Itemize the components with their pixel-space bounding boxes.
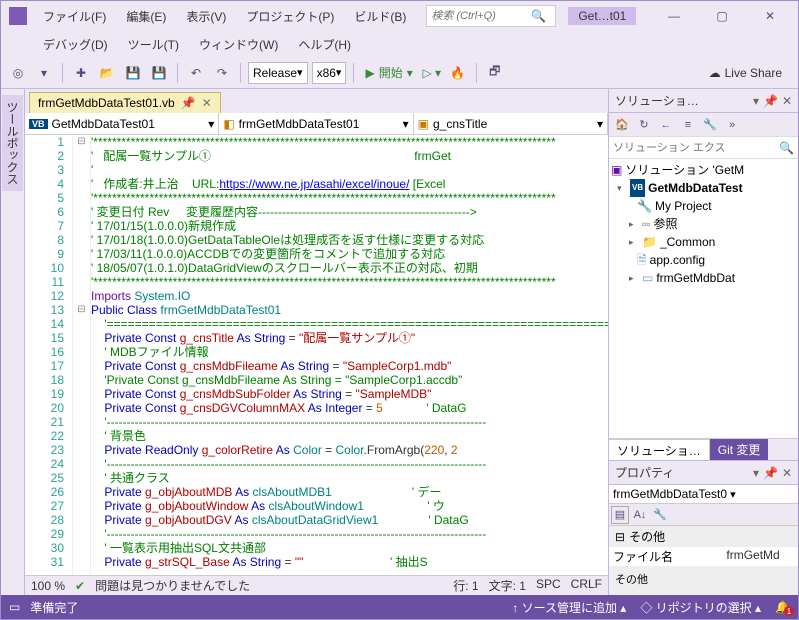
properties-header[interactable]: プロパティ ▾📌✕ (609, 461, 798, 485)
wrench-icon: 🔧 (637, 197, 652, 215)
git-changes-tab[interactable]: Git 変更 (710, 439, 769, 460)
menu-project[interactable]: プロジェクト(P) (238, 4, 342, 29)
new-item-icon[interactable]: ✚ (70, 62, 92, 84)
undo-icon[interactable]: ↶ (185, 62, 207, 84)
browser-icon[interactable]: 🗗 (484, 62, 506, 84)
issues-text[interactable]: 問題は見つかりませんでした (95, 577, 250, 594)
config-combo[interactable]: Release ▾ (248, 62, 308, 84)
property-category[interactable]: ⊟その他 (609, 526, 798, 547)
zoom-level[interactable]: 100 % (31, 579, 65, 593)
issues-ok-icon: ✔ (75, 579, 85, 593)
line-number-gutter: 1234567891011121314151617181920212223242… (25, 135, 73, 575)
line-indicator[interactable]: 行: 1 (453, 577, 478, 594)
search-input[interactable] (431, 10, 531, 22)
menu-build[interactable]: ビルド(B) (346, 4, 414, 29)
config-file-icon: 🗎 (637, 251, 647, 269)
back-icon[interactable]: ← (657, 116, 675, 134)
minimize-button[interactable]: — (654, 4, 694, 28)
toolbox-tab[interactable]: ツールボックス (1, 89, 25, 595)
tab-label: frmGetMdbDataTest01.vb (38, 96, 175, 110)
categorized-icon[interactable]: ▤ (611, 506, 629, 524)
hot-reload-icon[interactable]: 🔥 (447, 62, 469, 84)
menu-tools[interactable]: ツール(T) (120, 32, 187, 57)
wrench-icon[interactable]: 🔧 (701, 116, 719, 134)
search-box[interactable]: 🔍 (426, 5, 556, 27)
add-source-control[interactable]: ↑ ソース管理に追加 ▴ (512, 599, 626, 616)
home-icon[interactable]: 🏠 (613, 116, 631, 134)
nav-back-icon[interactable]: ◎ (7, 62, 29, 84)
property-description: その他 (609, 567, 798, 595)
select-repo[interactable]: ◇ リポジトリの選択 ▴ (640, 599, 761, 616)
start-no-debug-icon[interactable]: ▷ ▾ (421, 62, 443, 84)
menu-view[interactable]: 表示(V) (178, 4, 234, 29)
folder-icon: 📁 (642, 233, 657, 251)
save-all-icon[interactable]: 💾 (148, 62, 170, 84)
project-dropdown[interactable]: VBGetMdbDataTest01▾ (25, 113, 219, 134)
code-editor[interactable]: '***************************************… (91, 135, 608, 575)
solution-icon: ▣ (611, 161, 622, 179)
open-icon[interactable]: 📂 (96, 62, 118, 84)
window-title-tag: Get…t01 (568, 7, 636, 25)
pin-icon[interactable]: 📌 (763, 466, 778, 480)
class-dropdown[interactable]: ◧frmGetMdbDataTest01▾ (219, 113, 413, 134)
collapse-icon[interactable]: ≡ (679, 116, 697, 134)
col-indicator[interactable]: 文字: 1 (489, 577, 526, 594)
menu-help[interactable]: ヘルプ(H) (290, 32, 359, 57)
solution-search-input[interactable] (613, 142, 779, 154)
solution-explorer-header[interactable]: ソリューショ… ▾📌✕ (609, 89, 798, 113)
more-icon[interactable]: » (723, 116, 741, 134)
redo-icon[interactable]: ↷ (211, 62, 233, 84)
start-button[interactable]: ▶ 開始 ▾ (361, 64, 416, 81)
lineending-indicator[interactable]: CRLF (571, 577, 602, 594)
fold-column[interactable]: ⊟⊟ (73, 135, 91, 575)
tab-close-icon[interactable]: ✕ (202, 96, 212, 110)
pin-icon[interactable]: 📌 (181, 96, 196, 110)
output-icon[interactable]: ▭ (9, 600, 20, 614)
properties-object-combo[interactable]: frmGetMdbDataTest0 ▾ (609, 485, 798, 504)
search-icon[interactable]: 🔍 (531, 9, 546, 23)
editor-tab[interactable]: frmGetMdbDataTest01.vb 📌 ✕ (29, 92, 221, 113)
status-ready: 準備完了 (30, 599, 78, 616)
vs-logo-icon (9, 7, 27, 25)
pin-icon[interactable]: 📌 (763, 94, 778, 108)
dropdown-icon[interactable]: ▾ (753, 466, 759, 480)
menu-edit[interactable]: 編集(E) (118, 4, 174, 29)
member-dropdown[interactable]: ▣g_cnsTitle▾ (414, 113, 608, 134)
sync-icon[interactable]: ↻ (635, 116, 653, 134)
dropdown-icon[interactable]: ▾ (753, 94, 759, 108)
platform-combo[interactable]: x86 ▾ (312, 62, 347, 84)
save-icon[interactable]: 💾 (122, 62, 144, 84)
solution-tree[interactable]: ▣ソリューション 'GetM ▾VBGetMdbDataTest 🔧My Pro… (609, 159, 798, 438)
live-share-button[interactable]: ☁ Live Share (699, 66, 792, 80)
panel-close-icon[interactable]: ✕ (782, 94, 792, 108)
menu-window[interactable]: ウィンドウ(W) (191, 32, 286, 57)
references-icon: ▫▫ (642, 215, 651, 233)
nav-fwd-icon[interactable]: ▾ (33, 62, 55, 84)
close-button[interactable]: ✕ (750, 4, 790, 28)
solution-tab[interactable]: ソリューショ… (609, 439, 710, 461)
indent-indicator[interactable]: SPC (536, 577, 561, 594)
props-wrench-icon[interactable]: 🔧 (651, 506, 669, 524)
alphabetical-icon[interactable]: A↓ (631, 506, 649, 524)
maximize-button[interactable]: ▢ (702, 4, 742, 28)
menu-file[interactable]: ファイル(F) (35, 4, 114, 29)
notifications-icon[interactable]: 🔔1 (775, 600, 790, 614)
form-file-icon: ▭ (642, 269, 653, 287)
search-icon[interactable]: 🔍 (779, 141, 794, 155)
property-row[interactable]: ファイル名 frmGetMd (609, 547, 798, 567)
vb-project-icon: VB (630, 179, 645, 197)
panel-close-icon[interactable]: ✕ (782, 466, 792, 480)
menu-debug[interactable]: デバッグ(D) (35, 32, 116, 57)
